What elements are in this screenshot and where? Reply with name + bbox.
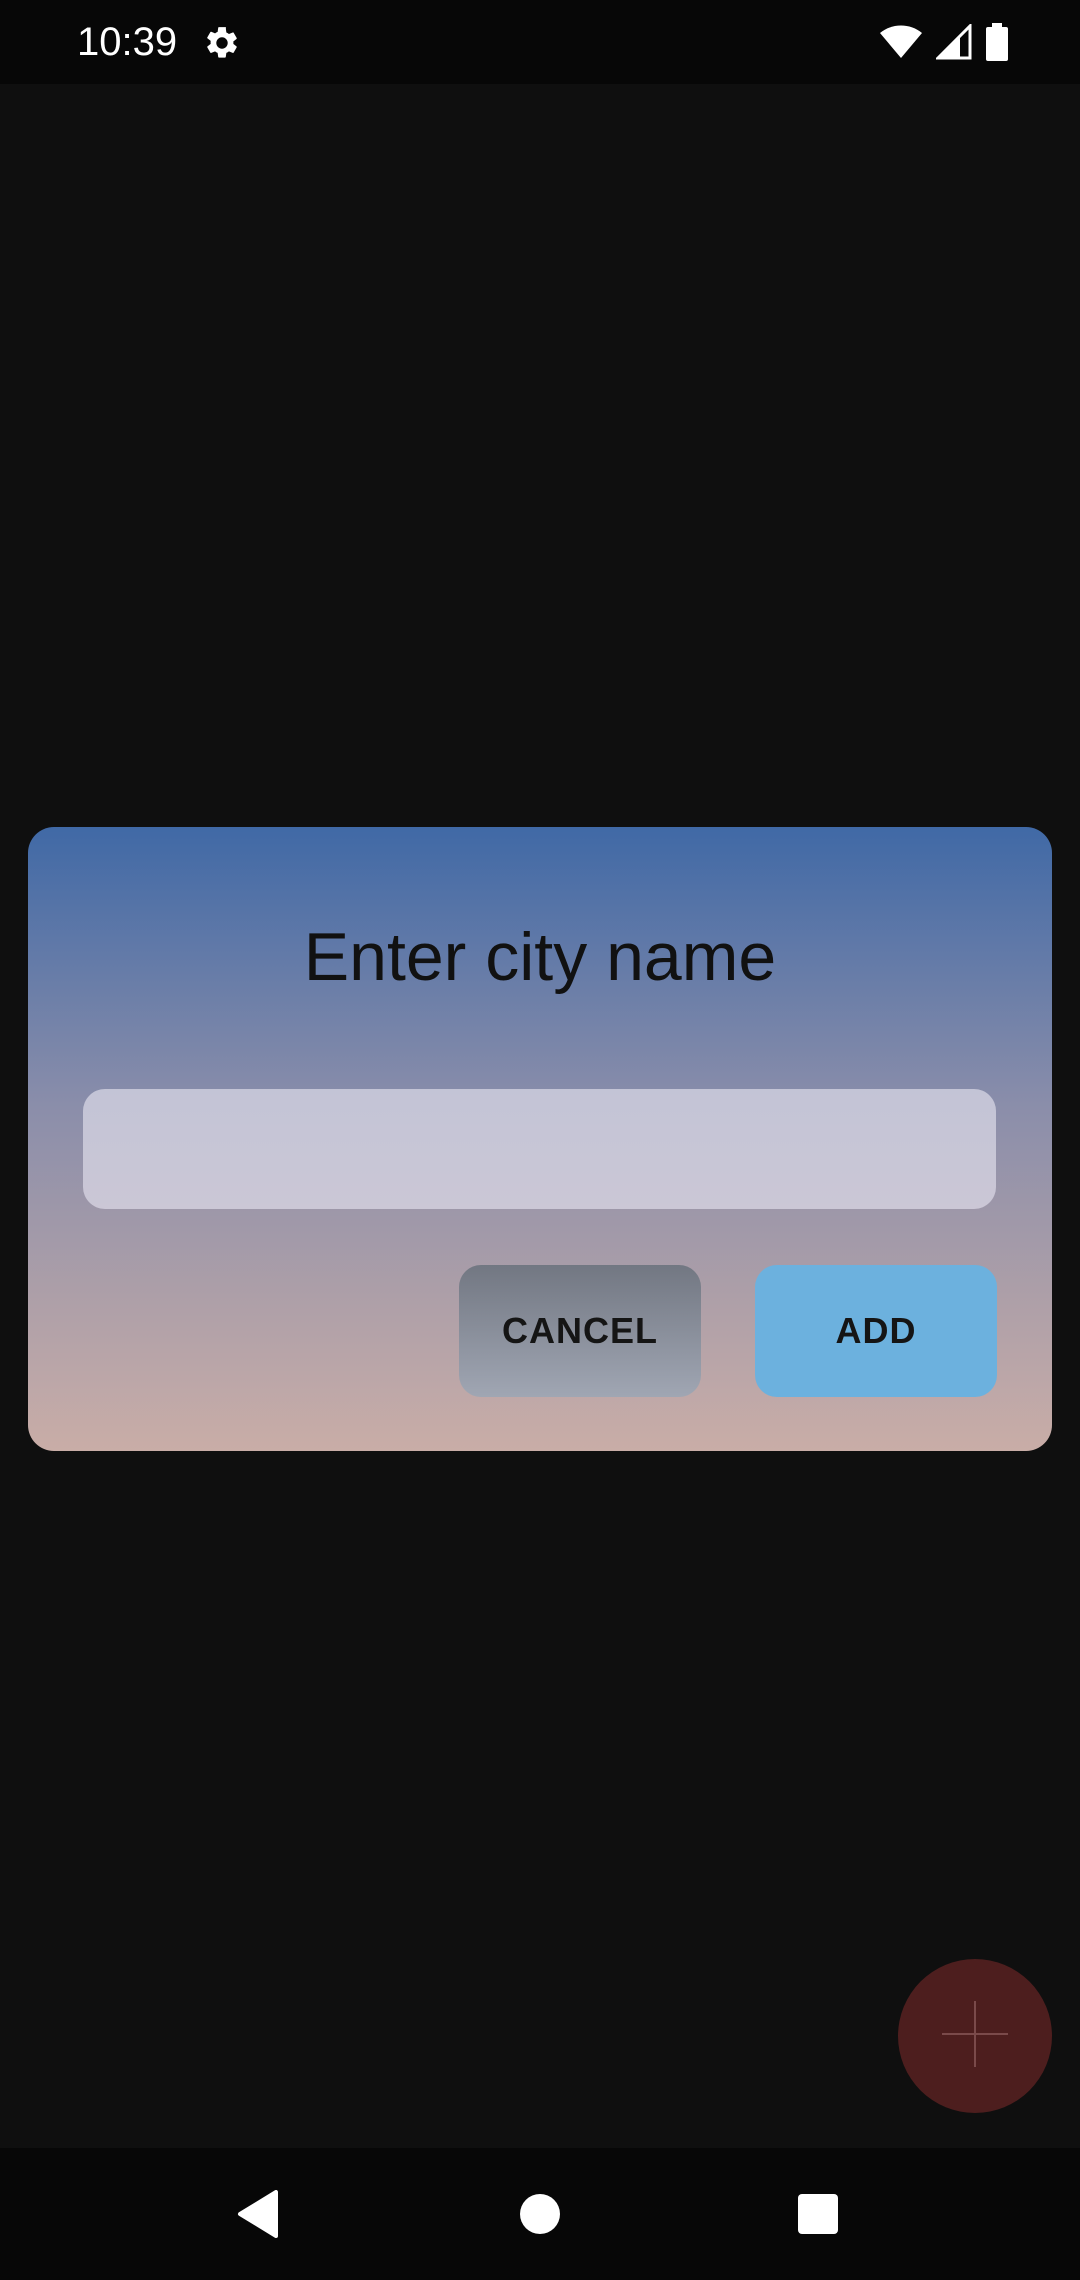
battery-icon	[986, 23, 1008, 61]
home-icon[interactable]	[519, 2193, 561, 2239]
plus-icon	[940, 1999, 1010, 2073]
back-icon[interactable]	[236, 2190, 280, 2242]
status-bar: 10:39	[0, 0, 1080, 84]
city-name-input[interactable]	[83, 1089, 996, 1209]
app-screen: 10:39 Enter city name CANCEL ADD	[0, 0, 1080, 2280]
wifi-icon	[880, 25, 922, 59]
recents-icon[interactable]	[797, 2193, 839, 2239]
signal-icon	[936, 24, 972, 60]
add-city-fab[interactable]	[898, 1959, 1052, 2113]
add-city-dialog: Enter city name CANCEL ADD	[28, 827, 1052, 1451]
navigation-bar	[0, 2148, 1080, 2280]
status-time: 10:39	[77, 20, 178, 64]
cancel-button[interactable]: CANCEL	[459, 1265, 701, 1397]
dialog-title: Enter city name	[303, 919, 777, 995]
add-button[interactable]: ADD	[755, 1265, 997, 1397]
gear-icon	[203, 24, 241, 62]
status-icons	[880, 22, 1008, 62]
